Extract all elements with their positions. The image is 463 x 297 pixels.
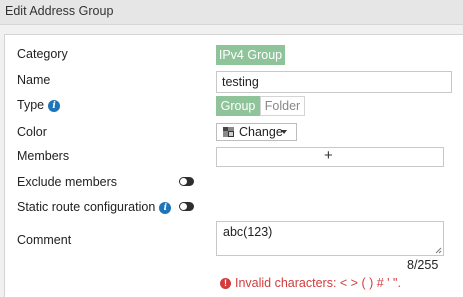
type-label: Type (17, 98, 45, 112)
change-color-button[interactable]: Change (216, 123, 297, 141)
error-text: Invalid characters: < > ( ) # ' ". (235, 276, 401, 290)
resize-handle-icon[interactable] (435, 247, 442, 254)
static-route-label: Static route configuration (17, 200, 156, 214)
name-label: Name (17, 73, 51, 87)
dialog-title: Edit Address Group (5, 4, 114, 18)
comment-char-counter: 8/255 (407, 258, 439, 272)
static-route-label-row: Static route configuration i (17, 200, 172, 214)
dialog-titlebar: Edit Address Group (0, 0, 463, 25)
type-option-folder[interactable]: Folder (260, 96, 305, 116)
type-label-row: Type i (17, 98, 61, 112)
members-label: Members (17, 149, 70, 163)
type-option-group[interactable]: Group (216, 96, 260, 116)
exclude-members-label: Exclude members (17, 175, 118, 189)
static-route-toggle[interactable] (179, 202, 194, 211)
form-panel: Category IPv4 Group Name Typei Group Fol… (4, 34, 463, 297)
name-input[interactable] (216, 71, 452, 93)
error-message: ! Invalid characters: < > ( ) # ' ". (220, 276, 401, 290)
caret-down-icon (281, 130, 287, 134)
comment-label: Comment (17, 233, 72, 247)
color-label: Color (17, 125, 47, 139)
members-add-field[interactable]: + (216, 147, 444, 167)
info-icon[interactable]: i (48, 100, 61, 112)
comment-textarea[interactable]: abc(123) (216, 221, 444, 256)
exclude-members-toggle[interactable] (179, 177, 194, 186)
comment-text: abc(123) (223, 225, 273, 239)
exclamation-circle-icon: ! (220, 278, 231, 289)
change-button-label: Change (239, 125, 283, 139)
color-swatch-icon (223, 127, 234, 137)
category-label: Category (17, 47, 68, 61)
info-icon[interactable]: i (159, 202, 172, 214)
plus-icon: + (324, 147, 333, 164)
category-badge: IPv4 Group (216, 45, 285, 65)
